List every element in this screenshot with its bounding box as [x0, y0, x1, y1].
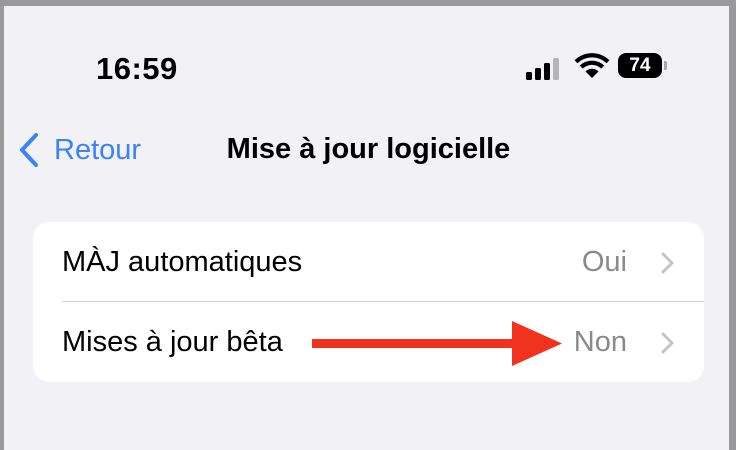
- red-arrow-icon: [312, 321, 562, 366]
- battery-level: 74: [629, 55, 651, 76]
- row-value: Non: [573, 326, 627, 358]
- wifi-icon: [574, 53, 610, 78]
- battery-icon: 74: [618, 53, 667, 78]
- row-label: MÀJ automatiques: [62, 246, 303, 278]
- row-label: Mises à jour bêta: [62, 326, 283, 358]
- row-automatic-updates[interactable]: MÀJ automatiques Oui: [33, 222, 704, 302]
- phone-screen: 16:59 74 Retour Mise à jour logicielle M…: [4, 6, 729, 450]
- row-value: Oui: [581, 246, 627, 278]
- page-title: Mise à jour logicielle: [226, 133, 511, 165]
- cellular-signal-icon: [526, 56, 566, 80]
- status-time: 16:59: [96, 51, 178, 86]
- chevron-right-icon: [661, 252, 674, 274]
- chevron-right-icon: [661, 332, 674, 354]
